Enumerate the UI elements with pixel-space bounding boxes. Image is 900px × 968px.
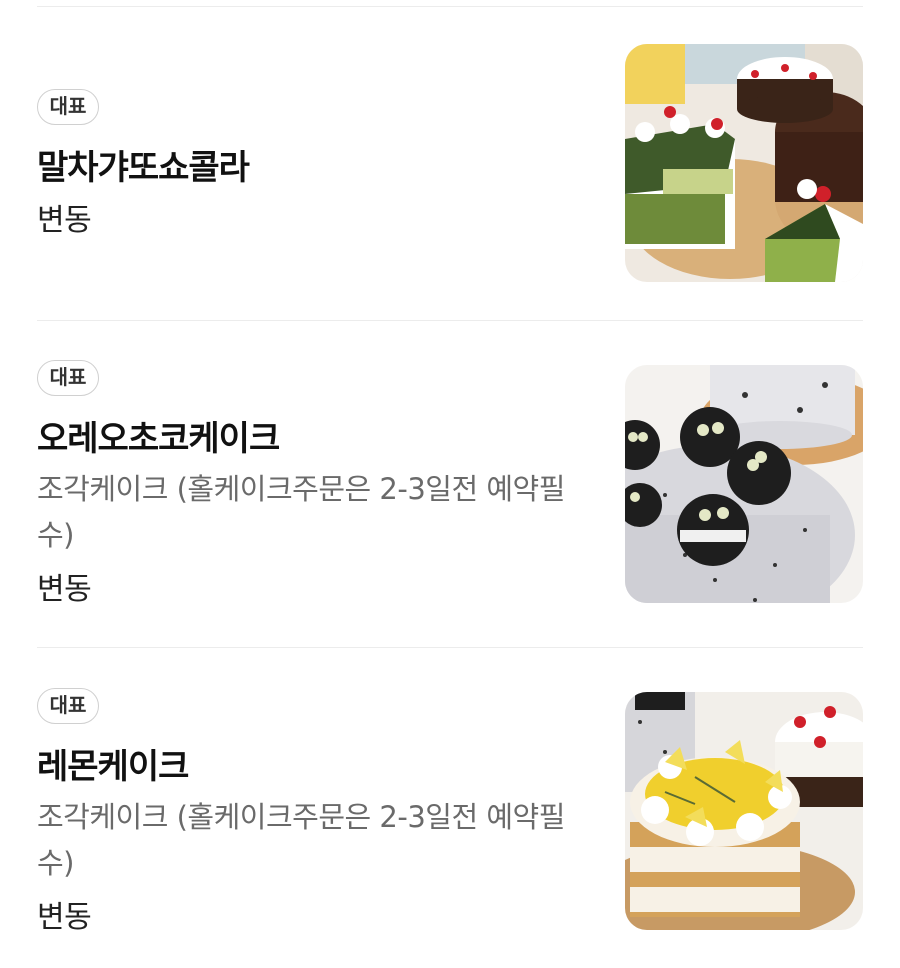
menu-item-description: 조각케이크 (홀케이크주문은 2-3일전 예약필수) [37,800,565,880]
signature-badge: 대표 [37,360,99,396]
divider [37,6,863,7]
divider [37,647,863,648]
menu-item-description: 조각케이크 (홀케이크주문은 2-3일전 예약필수) [37,472,565,552]
menu-item-name: 오레오초코케이크 [37,419,280,459]
menu-item-name: 레몬케이크 [37,747,189,787]
divider [37,320,863,321]
menu-item-photo[interactable] [625,365,863,603]
signature-badge: 대표 [37,89,99,125]
menu-item-photo[interactable] [625,44,863,282]
menu-item-photo[interactable] [625,692,863,930]
menu-item-name: 말차갸또쇼콜라 [37,148,250,188]
menu-item-price: 변동 [37,900,92,935]
menu-item-price: 변동 [37,572,92,607]
menu-item-price: 변동 [37,203,92,238]
menu-list: 대표 말차갸또쇼콜라 변동 대표 오레오초코케이크 조각케이크 (홀케이크주문은… [0,0,900,968]
signature-badge: 대표 [37,688,99,724]
